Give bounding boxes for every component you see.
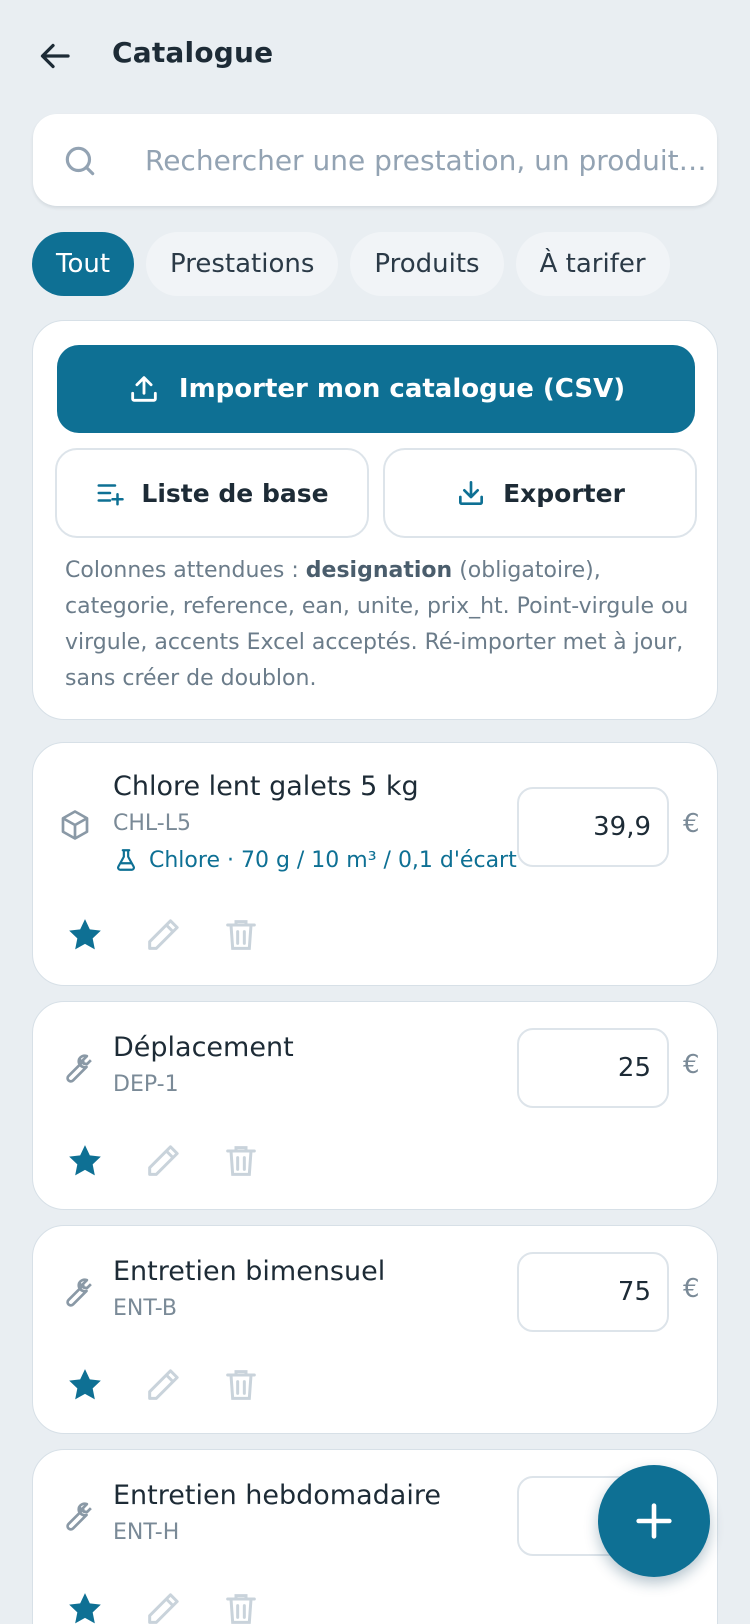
search-bar[interactable]	[33, 114, 717, 206]
export-button[interactable]: Exporter	[383, 448, 697, 538]
filter-chip-produits[interactable]: Produits	[350, 232, 504, 296]
chemical-dosage: Chlore · 70 g / 10 m³ / 0,1 d'écart	[113, 847, 517, 873]
filter-chips: Tout Prestations Produits À tarifer	[32, 232, 670, 296]
catalogue-item-card[interactable]: Chlore lent galets 5 kg CHL-L5 Chlore · …	[32, 742, 718, 986]
import-help-text: Colonnes attendues : designation (obliga…	[65, 553, 695, 697]
item-name: Déplacement	[113, 1032, 294, 1063]
plus-icon	[636, 1503, 672, 1539]
back-button[interactable]	[34, 34, 78, 78]
wrench-icon	[66, 1054, 92, 1083]
price-input[interactable]: 25	[517, 1028, 669, 1108]
currency-label: €	[683, 809, 700, 839]
edit-icon[interactable]	[143, 915, 183, 955]
currency-label: €	[683, 1274, 700, 1304]
star-icon[interactable]	[65, 1365, 105, 1405]
edit-icon[interactable]	[143, 1365, 183, 1405]
catalogue-item-card[interactable]: Déplacement DEP-1 25 €	[32, 1001, 718, 1210]
help-prefix: Colonnes attendues :	[65, 558, 306, 583]
list-add-icon	[97, 484, 125, 506]
star-icon[interactable]	[65, 915, 105, 955]
wrench-icon	[66, 1502, 92, 1531]
trash-icon[interactable]	[221, 1365, 261, 1405]
chemical-label: Chlore · 70 g / 10 m³ / 0,1 d'écart	[149, 847, 517, 873]
app-header: Catalogue	[0, 0, 750, 112]
base-list-label: Liste de base	[141, 478, 329, 508]
filter-chip-a-tarifer[interactable]: À tarifer	[515, 232, 670, 296]
edit-icon[interactable]	[143, 1141, 183, 1181]
upload-icon	[131, 376, 157, 402]
trash-icon[interactable]	[221, 1589, 261, 1624]
currency-label: €	[683, 1050, 700, 1080]
item-ref: ENT-B	[113, 1296, 178, 1321]
base-list-button[interactable]: Liste de base	[55, 448, 369, 538]
search-icon	[65, 146, 95, 176]
item-ref: ENT-H	[113, 1520, 180, 1545]
help-bold: designation	[305, 558, 453, 583]
import-csv-label: Importer mon catalogue (CSV)	[178, 374, 626, 404]
star-icon[interactable]	[65, 1589, 105, 1624]
price-input[interactable]: 39,9	[517, 787, 669, 867]
item-ref: DEP-1	[113, 1072, 179, 1097]
search-input[interactable]	[145, 136, 705, 184]
star-icon[interactable]	[65, 1141, 105, 1181]
item-ref: CHL-L5	[113, 811, 191, 836]
item-name: Entretien bimensuel	[113, 1256, 386, 1287]
filter-chip-prestations[interactable]: Prestations	[146, 232, 339, 296]
price-input[interactable]: 75	[517, 1252, 669, 1332]
export-label: Exporter	[503, 478, 625, 508]
flask-icon	[117, 849, 135, 871]
import-csv-button[interactable]: Importer mon catalogue (CSV)	[57, 345, 695, 433]
trash-icon[interactable]	[221, 1141, 261, 1181]
trash-icon[interactable]	[221, 915, 261, 955]
page-title: Catalogue	[112, 36, 274, 69]
item-name: Chlore lent galets 5 kg	[113, 771, 419, 802]
import-card: Importer mon catalogue (CSV) Liste de ba…	[32, 320, 718, 720]
arrow-left-icon	[40, 43, 70, 69]
edit-icon[interactable]	[143, 1589, 183, 1624]
item-name: Entretien hebdomadaire	[113, 1480, 441, 1511]
filter-chip-tout[interactable]: Tout	[32, 232, 135, 296]
catalogue-item-card[interactable]: Entretien bimensuel ENT-B 75 €	[32, 1225, 718, 1434]
add-item-button[interactable]	[598, 1465, 710, 1577]
download-icon	[459, 481, 484, 505]
box-icon	[61, 810, 89, 840]
wrench-icon	[66, 1278, 92, 1307]
